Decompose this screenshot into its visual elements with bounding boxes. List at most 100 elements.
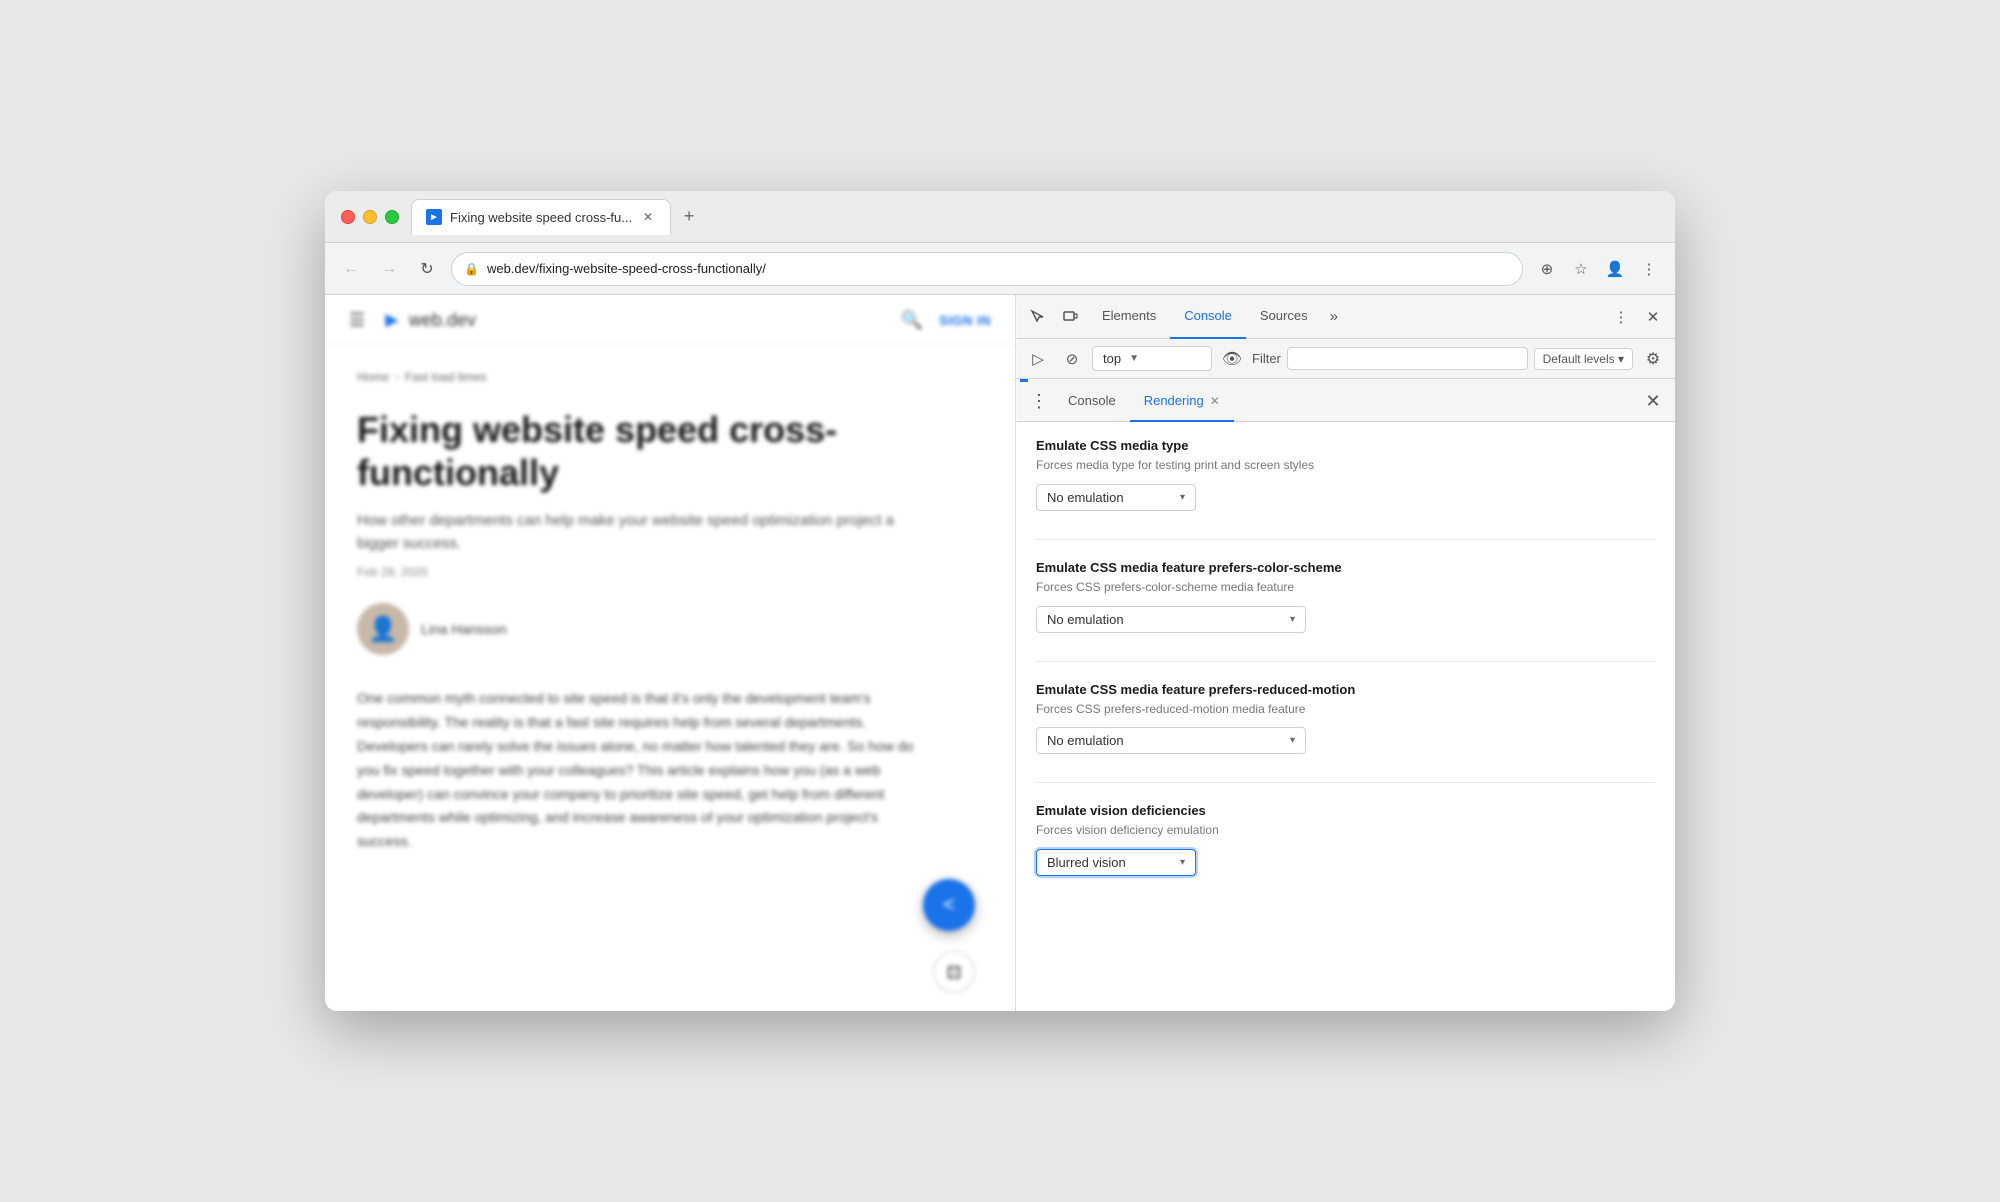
article-date: Feb 28, 2020 (357, 565, 983, 579)
context-selector[interactable]: top ▼ (1092, 346, 1212, 371)
dropdown-arrow-color-scheme: ▾ (1290, 614, 1295, 625)
block-icon[interactable]: ⊘ (1058, 345, 1086, 373)
new-tab-button[interactable]: + (675, 203, 703, 231)
main-content: ☰ ► web.dev 🔍 SIGN IN Home › Fast load t… (325, 295, 1675, 1011)
article-body: One common myth connected to site speed … (357, 687, 917, 854)
section-title-reduced-motion: Emulate CSS media feature prefers-reduce… (1036, 682, 1655, 697)
section-desc-reduced-motion: Forces CSS prefers-reduced-motion media … (1036, 701, 1655, 718)
tab-bar: ► Fixing website speed cross-fu... ✕ + (411, 199, 1659, 235)
forward-button[interactable]: → (375, 255, 403, 283)
filter-input[interactable] (1287, 347, 1528, 370)
more-tabs-button[interactable]: » (1322, 308, 1346, 325)
tab-sources[interactable]: Sources (1246, 295, 1322, 339)
panel-close-button[interactable]: ✕ (1639, 388, 1667, 416)
menu-icon[interactable]: ⋮ (1635, 255, 1663, 283)
article-subtitle: How other departments can help make your… (357, 510, 897, 555)
render-section-color-scheme: Emulate CSS media feature prefers-color-… (1036, 560, 1655, 633)
breadcrumb: Home › Fast load times (357, 370, 983, 384)
title-bar: ► Fixing website speed cross-fu... ✕ + (325, 191, 1675, 243)
divider-2 (1036, 661, 1655, 662)
devtools-panel: Elements Console Sources » ⋮ ✕ ▷ (1015, 295, 1675, 1011)
section-title-vision: Emulate vision deficiencies (1036, 803, 1655, 818)
context-value: top (1103, 351, 1121, 366)
panel-tab-rendering[interactable]: Rendering ✕ (1130, 382, 1234, 422)
dropdown-arrow-media-type: ▾ (1180, 492, 1185, 503)
page-header-right: 🔍 SIGN IN (901, 310, 991, 331)
breadcrumb-separator: › (395, 370, 399, 384)
url-text: web.dev/fixing-website-speed-cross-funct… (487, 261, 1510, 276)
bookmark-icon[interactable]: ☆ (1567, 255, 1595, 283)
play-icon[interactable]: ▷ (1024, 345, 1052, 373)
reload-button[interactable]: ↻ (413, 255, 441, 283)
devtools-close-button[interactable]: ✕ (1639, 303, 1667, 331)
drawer-dots-button[interactable]: ⋮ (1024, 391, 1054, 412)
render-section-vision: Emulate vision deficiencies Forces visio… (1036, 803, 1655, 876)
page-header: ☰ ► web.dev 🔍 SIGN IN (325, 295, 1015, 346)
rendering-content: Emulate CSS media type Forces media type… (1016, 422, 1675, 1011)
section-desc-vision: Forces vision deficiency emulation (1036, 822, 1655, 839)
article-title: Fixing website speed cross-functionally (357, 408, 937, 494)
dropdown-value-reduced-motion: No emulation (1047, 733, 1124, 748)
tab-close-button[interactable]: ✕ (640, 209, 656, 225)
breadcrumb-home[interactable]: Home (357, 370, 389, 384)
breadcrumb-section: Fast load times (405, 370, 486, 384)
url-bar[interactable]: 🔒 web.dev/fixing-website-speed-cross-fun… (451, 252, 1523, 286)
devtools-more-options[interactable]: ⋮ (1607, 303, 1635, 331)
section-desc-media-type: Forces media type for testing print and … (1036, 457, 1655, 474)
close-traffic-light[interactable] (341, 210, 355, 224)
search-icon[interactable]: 🔍 (901, 310, 923, 331)
back-button[interactable]: ← (337, 255, 365, 283)
filter-label: Filter (1252, 351, 1281, 366)
maximize-traffic-light[interactable] (385, 210, 399, 224)
section-title-color-scheme: Emulate CSS media feature prefers-color-… (1036, 560, 1655, 575)
browser-window: ► Fixing website speed cross-fu... ✕ + ←… (325, 191, 1675, 1011)
filter-bar: Filter Default levels ▾ (1252, 347, 1633, 370)
tab-console[interactable]: Console (1170, 295, 1246, 339)
tab-elements[interactable]: Elements (1088, 295, 1170, 339)
section-title-media-type: Emulate CSS media type (1036, 438, 1655, 453)
device-toggle-button[interactable] (1056, 303, 1084, 331)
sign-in-button[interactable]: SIGN IN (939, 313, 991, 328)
settings-gear-icon[interactable]: ⚙ (1639, 345, 1667, 373)
divider-1 (1036, 539, 1655, 540)
devtools-toolbar: Elements Console Sources » ⋮ ✕ (1016, 295, 1675, 339)
dropdown-value-color-scheme: No emulation (1047, 612, 1124, 627)
dropdown-arrow-vision: ▾ (1180, 857, 1185, 868)
accessibility-button[interactable]: ⊡ (933, 951, 975, 993)
author-avatar: 👤 (357, 603, 409, 655)
cast-icon[interactable]: ⊕ (1533, 255, 1561, 283)
address-bar: ← → ↻ 🔒 web.dev/fixing-website-speed-cro… (325, 243, 1675, 295)
dropdown-reduced-motion[interactable]: No emulation ▾ (1036, 727, 1306, 754)
section-desc-color-scheme: Forces CSS prefers-color-scheme media fe… (1036, 579, 1655, 596)
devtools-actions: ⋮ ✕ (1607, 303, 1667, 331)
dropdown-media-type[interactable]: No emulation ▾ (1036, 484, 1196, 511)
active-tab[interactable]: ► Fixing website speed cross-fu... ✕ (411, 199, 671, 235)
logo-arrow-icon: ► (381, 307, 403, 333)
share-button[interactable]: < (923, 879, 975, 931)
inspect-element-button[interactable] (1024, 303, 1052, 331)
panel-tab-console[interactable]: Console (1054, 382, 1130, 422)
logo-text: web.dev (409, 310, 476, 331)
tab-favicon: ► (426, 209, 442, 225)
render-section-media-type: Emulate CSS media type Forces media type… (1036, 438, 1655, 511)
minimize-traffic-light[interactable] (363, 210, 377, 224)
dropdown-vision[interactable]: Blurred vision ▾ (1036, 849, 1196, 876)
dropdown-value-media-type: No emulation (1047, 490, 1124, 505)
page-content: ☰ ► web.dev 🔍 SIGN IN Home › Fast load t… (325, 295, 1015, 1011)
rendering-tab-close[interactable]: ✕ (1210, 394, 1220, 408)
account-icon[interactable]: 👤 (1601, 255, 1629, 283)
page-body: Home › Fast load times Fixing website sp… (325, 346, 1015, 1011)
eye-icon[interactable]: 👁 (1218, 345, 1246, 373)
author-name: Lina Hansson (421, 621, 507, 637)
dropdown-color-scheme[interactable]: No emulation ▾ (1036, 606, 1306, 633)
site-logo: ► web.dev (381, 307, 476, 333)
bottom-panel-tabs: ⋮ Console Rendering ✕ ✕ (1016, 382, 1675, 422)
default-levels-button[interactable]: Default levels ▾ (1534, 348, 1633, 370)
dropdown-arrow-reduced-motion: ▾ (1290, 735, 1295, 746)
dropdown-value-vision: Blurred vision (1047, 855, 1126, 870)
lock-icon: 🔒 (464, 262, 479, 276)
divider-3 (1036, 782, 1655, 783)
devtools-tabs: Elements Console Sources » (1088, 295, 1603, 339)
render-section-reduced-motion: Emulate CSS media feature prefers-reduce… (1036, 682, 1655, 755)
hamburger-menu-icon[interactable]: ☰ (349, 310, 365, 331)
